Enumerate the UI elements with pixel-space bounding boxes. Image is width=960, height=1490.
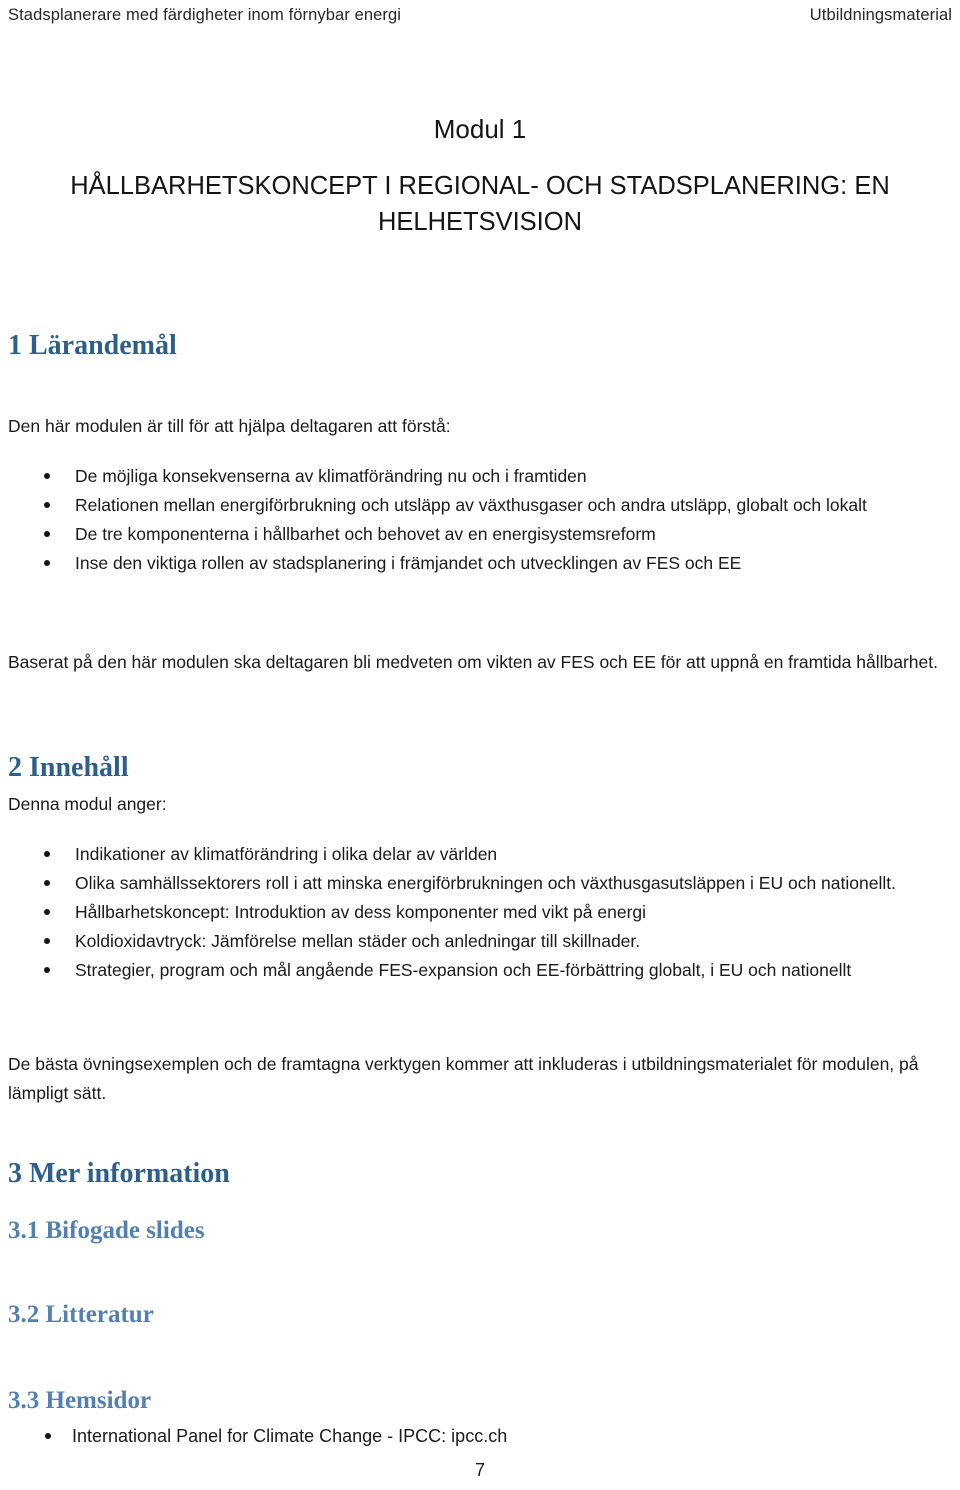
bullet-icon xyxy=(44,880,50,886)
list-item: Koldioxidavtryck: Jämförelse mellan städ… xyxy=(0,927,944,956)
list-item: Olika samhällssektorers roll i att minsk… xyxy=(0,869,944,898)
heading-attached-slides: 3.1 Bifogade slides xyxy=(8,1217,205,1244)
websites-bullet-list: International Panel for Climate Change -… xyxy=(0,1422,944,1451)
list-item-text: Hållbarhetskoncept: Introduktion av dess… xyxy=(75,902,647,922)
heading-more-information: 3 Mer information xyxy=(8,1158,230,1189)
header-left-text: Stadsplanerare med färdigheter inom förn… xyxy=(8,6,402,24)
list-item-text: Olika samhällssektorers roll i att minsk… xyxy=(75,873,896,893)
list-item: De tre komponenterna i hållbarhet och be… xyxy=(0,520,944,549)
list-item: International Panel for Climate Change -… xyxy=(0,1422,944,1451)
heading-learning-goals: 1 Lärandemål xyxy=(8,330,177,361)
list-item-text: Indikationer av klimatförändring i olika… xyxy=(75,844,498,864)
bullet-icon xyxy=(44,502,50,508)
bullet-icon xyxy=(44,473,50,479)
page-running-header: Stadsplanerare med färdigheter inom förn… xyxy=(0,0,960,34)
header-right-text: Utbildningsmaterial xyxy=(809,6,952,24)
list-item-text: Relationen mellan energiförbrukning och … xyxy=(75,495,867,515)
content-intro: Denna modul anger: xyxy=(8,794,167,814)
learning-goals-bullet-list: De möjliga konsekvenserna av klimatförän… xyxy=(0,462,944,578)
list-item-text: Koldioxidavtryck: Jämförelse mellan städ… xyxy=(75,931,641,951)
heading-content: 2 Innehåll xyxy=(8,752,129,783)
heading-websites: 3.3 Hemsidor xyxy=(8,1387,152,1414)
content-bullet-list: Indikationer av klimatförändring i olika… xyxy=(0,840,944,985)
list-item: Inse den viktiga rollen av stadsplanerin… xyxy=(0,549,944,578)
bullet-icon xyxy=(44,938,50,944)
list-item-text: International Panel for Climate Change -… xyxy=(72,1426,508,1446)
learning-goals-intro: Den här modulen är till för att hjälpa d… xyxy=(8,416,451,436)
list-item: Strategier, program och mål angående FES… xyxy=(0,956,944,985)
bullet-icon xyxy=(44,967,50,973)
module-label: Modul 1 xyxy=(433,114,527,144)
document-title-block: Modul 1 HÅLLBARHETSKONCEPT I REGIONAL- O… xyxy=(0,112,960,240)
list-item-text: De tre komponenterna i hållbarhet och be… xyxy=(75,524,656,544)
list-item: Indikationer av klimatförändring i olika… xyxy=(0,840,944,869)
page-title: HÅLLBARHETSKONCEPT I REGIONAL- OCH STADS… xyxy=(70,172,890,236)
bullet-icon xyxy=(44,531,50,537)
list-item: Relationen mellan energiförbrukning och … xyxy=(0,491,944,520)
list-item: Hållbarhetskoncept: Introduktion av dess… xyxy=(0,898,944,927)
heading-literature: 3.2 Litteratur xyxy=(8,1301,154,1328)
list-item-text: Inse den viktiga rollen av stadsplanerin… xyxy=(75,553,742,573)
list-item-text: Strategier, program och mål angående FES… xyxy=(75,960,852,980)
content-closing: De bästa övningsexemplen och de framtagn… xyxy=(8,1054,919,1103)
bullet-icon xyxy=(45,1433,51,1439)
list-item-text: De möjliga konsekvenserna av klimatförän… xyxy=(75,466,587,486)
bullet-icon xyxy=(44,560,50,566)
list-item: De möjliga konsekvenserna av klimatförän… xyxy=(0,462,944,491)
learning-goals-closing: Baserat på den här modulen ska deltagare… xyxy=(8,652,938,672)
bullet-icon xyxy=(44,909,50,915)
bullet-icon xyxy=(44,851,50,857)
page-number: 7 xyxy=(474,1460,485,1480)
